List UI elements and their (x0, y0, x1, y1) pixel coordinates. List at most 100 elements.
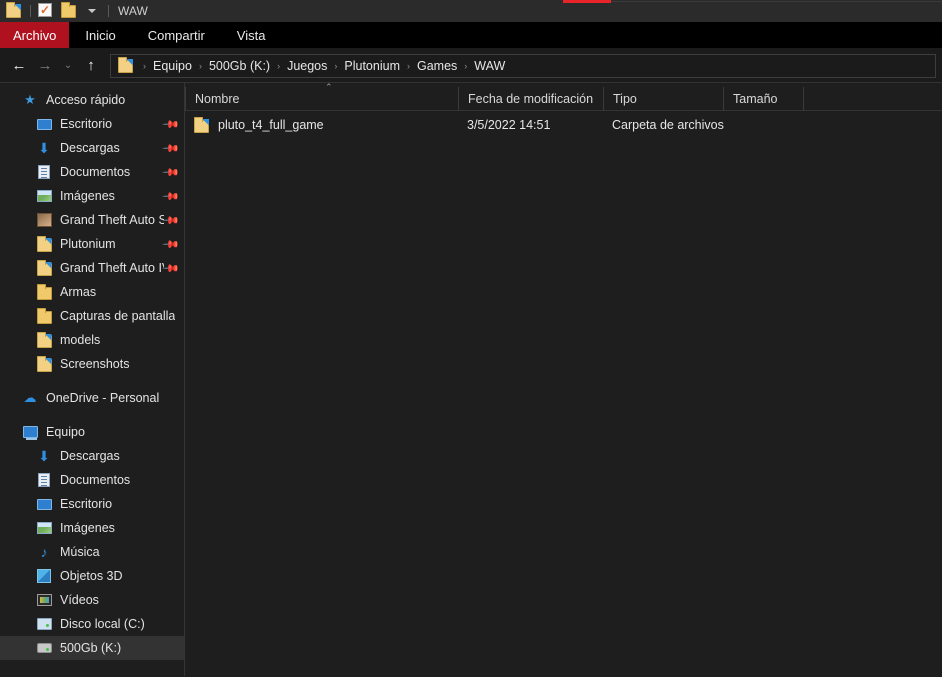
sidebar-item-equipo-documentos[interactable]: Documentos (0, 468, 184, 492)
sidebar-item-label: Grand Theft Auto San (60, 213, 164, 227)
address-folder-icon (118, 56, 134, 74)
sidebar-item-grand-theft-auto-san[interactable]: Grand Theft Auto San 📌 (0, 208, 184, 232)
sidebar-item-grand-theft-auto-iv-c[interactable]: Grand Theft Auto IV C 📌 (0, 256, 184, 280)
sidebar-item-label: Escritorio (60, 117, 113, 131)
video-icon (36, 592, 52, 608)
sidebar-item-label: Screenshots (60, 357, 130, 371)
sidebar-item-label: Descargas (60, 449, 120, 463)
sidebar-item-equipo-imagenes[interactable]: Imágenes (0, 516, 184, 540)
sidebar-item-objetos-3d[interactable]: Objetos 3D (0, 564, 184, 588)
column-header-spacer[interactable] (803, 86, 863, 111)
sidebar-item-label: Plutonium (60, 237, 116, 251)
window-title: WAW (118, 3, 148, 18)
sidebar-item-label: Disco local (C:) (60, 617, 145, 631)
breadcrumb-separator-2[interactable]: › (272, 61, 285, 71)
column-header-tipo[interactable]: Tipo (603, 86, 723, 111)
breadcrumb-500gb-k[interactable]: 500Gb (K:) (207, 59, 272, 73)
cloud-icon: ☁ (23, 390, 37, 405)
file-name-cell[interactable]: pluto_t4_full_game (185, 116, 458, 133)
monitor-icon (36, 116, 52, 132)
toolbar-separator (30, 4, 31, 17)
tab-compartir[interactable]: Compartir (132, 22, 221, 48)
sidebar-item-equipo-descargas[interactable]: ⬇ Descargas (0, 444, 184, 468)
folder-icon (36, 355, 52, 372)
sidebar-item-label: Armas (60, 285, 97, 299)
chevron-down-icon[interactable] (84, 3, 100, 19)
download-icon: ⬇ (38, 140, 50, 156)
new-folder-check-icon[interactable] (38, 2, 54, 19)
sidebar-item-videos[interactable]: Vídeos (0, 588, 184, 612)
sidebar-item-armas[interactable]: Armas (0, 280, 184, 304)
sidebar-item-descargas[interactable]: ⬇ Descargas 📌 (0, 136, 184, 160)
breadcrumb-separator-4[interactable]: › (402, 61, 415, 71)
sidebar-item-disco-local-c[interactable]: Disco local (C:) (0, 612, 184, 636)
breadcrumb-plutonium[interactable]: Plutonium (342, 59, 402, 73)
sidebar-item-label: Vídeos (60, 593, 99, 607)
title-bar[interactable]: WAW (0, 0, 942, 22)
sidebar-item-label: Imágenes (60, 189, 115, 203)
column-header-tamano[interactable]: Tamaño (723, 86, 803, 111)
sidebar-item-models[interactable]: models (0, 328, 184, 352)
file-date-cell: 3/5/2022 14:51 (467, 118, 551, 132)
breadcrumb-separator-3[interactable]: › (329, 61, 342, 71)
sidebar-item-documentos[interactable]: Documentos 📌 (0, 160, 184, 184)
file-list-pane[interactable]: ⌃ Nombre Fecha de modificación Tipo Tama… (185, 83, 942, 676)
breadcrumb-separator-0[interactable]: › (138, 61, 151, 71)
up-icon[interactable]: ↑ (78, 53, 104, 79)
table-row[interactable]: pluto_t4_full_game 3/5/2022 14:51 Carpet… (185, 111, 942, 139)
breadcrumb-separator-5[interactable]: › (459, 61, 472, 71)
sidebar-item-label: Documentos (60, 473, 131, 487)
pin-icon[interactable]: 📌 (162, 211, 181, 229)
folder-icon (194, 116, 209, 133)
sidebar-item-label: Escritorio (60, 497, 113, 511)
column-header-row: ⌃ Nombre Fecha de modificación Tipo Tama… (185, 83, 942, 111)
folder-icon[interactable] (61, 1, 77, 19)
folder-plain-icon (36, 307, 52, 324)
breadcrumb-waw[interactable]: WAW (472, 59, 507, 73)
column-header-fecha-de-modificacion[interactable]: Fecha de modificación (458, 86, 603, 111)
tab-vista[interactable]: Vista (221, 22, 282, 48)
sidebar-item-musica[interactable]: ♪ Música (0, 540, 184, 564)
sort-ascending-icon: ⌃ (325, 83, 333, 92)
breadcrumb-games[interactable]: Games (415, 59, 459, 73)
picture-icon (36, 520, 52, 536)
sidebar-item-equipo[interactable]: Equipo (0, 420, 184, 444)
tab-archivo[interactable]: Archivo (0, 22, 70, 48)
sidebar-item-equipo-escritorio[interactable]: Escritorio (0, 492, 184, 516)
sidebar-item-imagenes[interactable]: Imágenes 📌 (0, 184, 184, 208)
star-icon: ★ (24, 92, 36, 107)
properties-folder-icon[interactable] (6, 1, 22, 19)
folder-plain-icon (36, 283, 52, 300)
file-name-label: pluto_t4_full_game (218, 118, 324, 132)
breadcrumb-juegos[interactable]: Juegos (285, 59, 329, 73)
pin-icon[interactable]: 📌 (162, 235, 181, 253)
sidebar-item-label: models (60, 333, 101, 347)
pin-icon[interactable]: 📌 (162, 163, 181, 181)
forward-icon[interactable]: → (32, 53, 58, 79)
pin-icon[interactable]: 📌 (162, 259, 181, 277)
back-icon[interactable]: ← (6, 53, 32, 79)
recent-locations-chevron-down-icon[interactable]: ⌄ (58, 53, 78, 79)
sidebar-item-label: Objetos 3D (60, 569, 123, 583)
sidebar-item-escritorio[interactable]: Escritorio 📌 (0, 112, 184, 136)
sidebar-item-label: Descargas (60, 141, 120, 155)
pin-icon[interactable]: 📌 (162, 187, 181, 205)
monitor-icon (36, 496, 52, 512)
folder-icon (36, 259, 52, 276)
sidebar-group-gap-2 (0, 410, 184, 420)
breadcrumb-equipo[interactable]: Equipo (151, 59, 194, 73)
pin-icon[interactable]: 📌 (162, 139, 181, 157)
game-folder-icon (36, 212, 52, 228)
pin-icon[interactable]: 📌 (162, 115, 181, 133)
sidebar-item-500gb-k[interactable]: 500Gb (K:) (0, 636, 184, 660)
sidebar-item-label: Capturas de pantalla (60, 309, 176, 323)
sidebar-item-screenshots[interactable]: Screenshots (0, 352, 184, 376)
column-header-nombre[interactable]: Nombre (185, 86, 458, 111)
breadcrumb-separator-1[interactable]: › (194, 61, 207, 71)
sidebar-item-acceso-rapido[interactable]: ★ Acceso rápido (0, 88, 184, 112)
address-bar[interactable]: › Equipo › 500Gb (K:) › Juegos › Plutoni… (110, 53, 936, 78)
sidebar-item-capturas-de-pantalla[interactable]: Capturas de pantalla (0, 304, 184, 328)
sidebar-item-onedrive-personal[interactable]: ☁ OneDrive - Personal (0, 386, 184, 410)
tab-inicio[interactable]: Inicio (69, 22, 131, 48)
sidebar-item-plutonium[interactable]: Plutonium 📌 (0, 232, 184, 256)
